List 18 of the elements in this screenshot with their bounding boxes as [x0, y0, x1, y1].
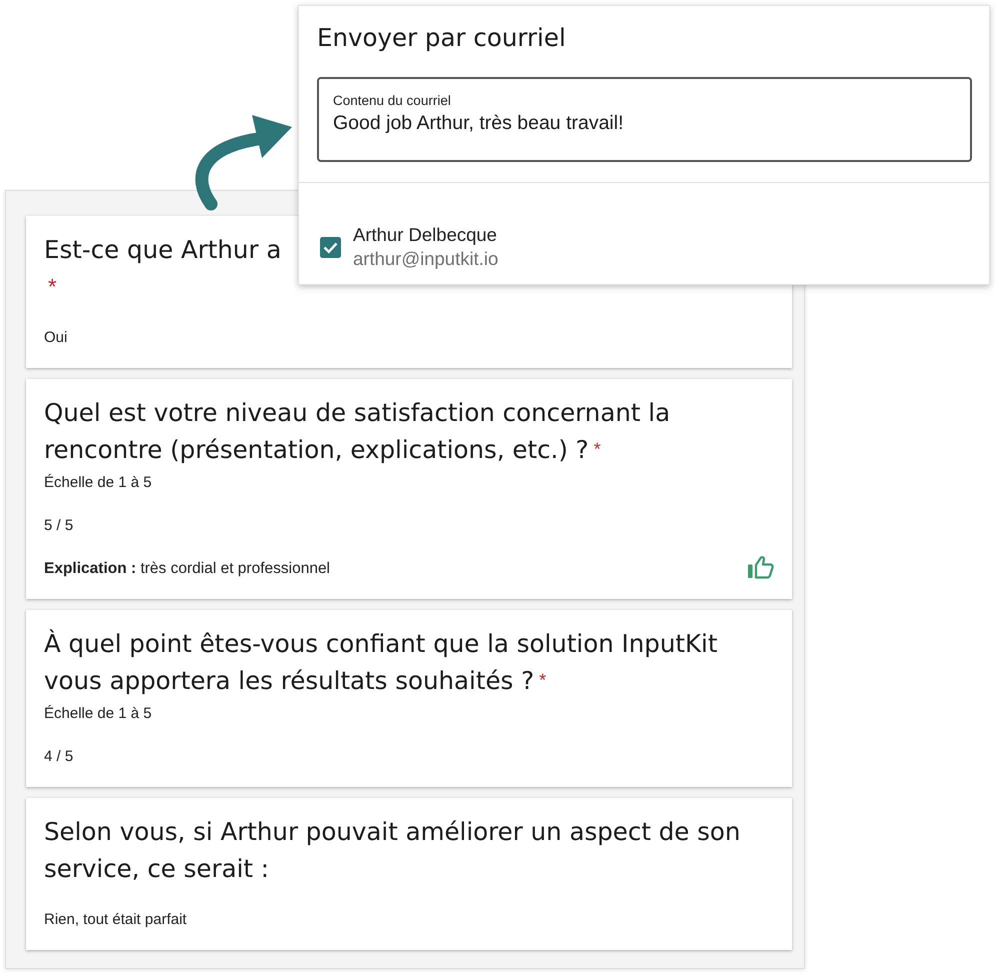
explanation-text: Explication : très cordial et professionnel [44, 559, 330, 579]
answer-text: Rien, tout était parfait [44, 910, 187, 930]
answer-text: 5 / 5 [44, 516, 74, 536]
message-field[interactable]: Contenu du courriel Good job Arthur, très beau travail! [317, 77, 972, 162]
scale-hint: Échelle de 1 à 5 [44, 473, 152, 493]
recipient-checkbox[interactable] [320, 236, 341, 258]
dialog-title: Envoyer par courriel [316, 22, 567, 54]
recipient-name: Arthur Delbecque [353, 223, 497, 247]
question-title: À quel point êtes-vous confiant que la solution InputKit vous apportera les résultats souhaités ? $^{*}$ [44, 629, 718, 695]
answer-text: Oui [44, 328, 68, 348]
field-value: Good job Arthur, très beau travail! [333, 111, 624, 136]
question-title: Selon vous, si Arthur pouvait améliorer un aspect de son service, ce serait : [44, 817, 740, 883]
answer-text: 4 / 5 [44, 747, 74, 767]
field-label: Contenu du courriel [333, 92, 451, 109]
recipient-email: arthur@inputkit.io [353, 247, 498, 271]
question-title: Est-ce que Arthur a * [44, 234, 282, 301]
scale-hint: Échelle de 1 à 5 [44, 704, 152, 724]
question-title: Quel est votre niveau de satisfaction concernant la rencontre (présentation, explications, etc.) ? $^{*}$ [44, 398, 670, 464]
